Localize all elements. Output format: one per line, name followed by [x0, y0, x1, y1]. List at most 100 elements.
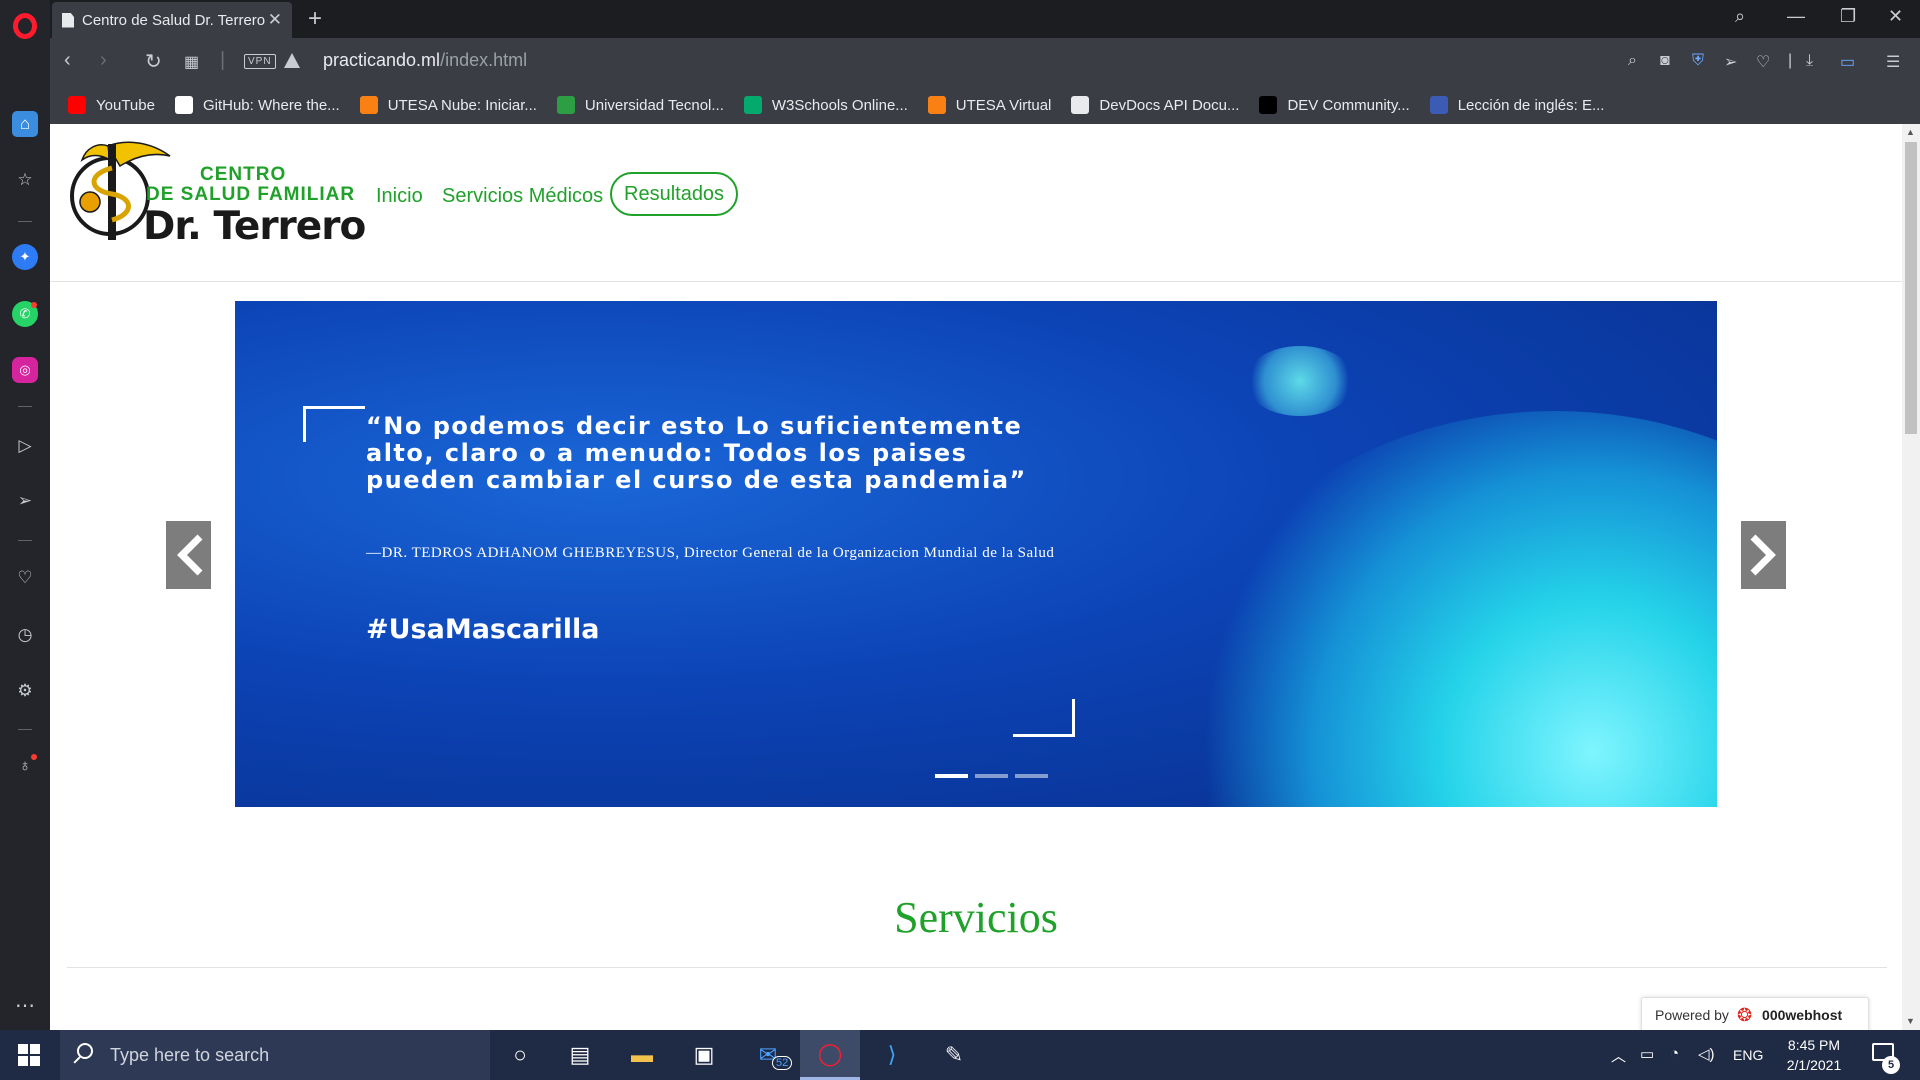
scroll-thumb[interactable]	[1905, 142, 1917, 434]
bookmark-item[interactable]: Lección de inglés: E...	[1429, 96, 1604, 114]
powered-brand: 000webhost	[1762, 1007, 1843, 1023]
logo-line-3: Dr. Terrero	[143, 204, 366, 249]
mail-icon[interactable]: ✉ 52	[738, 1030, 798, 1080]
wifi-icon[interactable]: ◔	[1670, 1045, 1679, 1062]
bookmark-item[interactable]: W3Schools Online...	[743, 96, 908, 114]
taskbar-search[interactable]: Type here to search	[60, 1030, 490, 1080]
url-field[interactable]: practicando.ml/index.html	[323, 50, 527, 71]
history-icon[interactable]: ◷	[12, 622, 38, 648]
warning-icon[interactable]	[284, 53, 300, 68]
bookmark-label: Universidad Tecnol...	[584, 96, 724, 114]
slide-hashtag: #UsaMascarilla	[366, 614, 600, 645]
settings-icon[interactable]: ⚙	[12, 678, 38, 704]
nav-servicios-medicos[interactable]: Servicios Médicos	[442, 185, 603, 208]
bookmark-item[interactable]: DEV Community...	[1259, 96, 1410, 114]
home-icon[interactable]: ⌂	[12, 111, 38, 137]
clock-time: 8:45 PM	[1787, 1037, 1841, 1053]
vpn-badge[interactable]: VPN	[244, 54, 276, 69]
bookmark-item[interactable]: DevDocs API Docu...	[1071, 96, 1239, 114]
clock-date: 2/1/2021	[1786, 1057, 1842, 1073]
star-icon[interactable]: ☆	[12, 167, 38, 193]
forward-icon[interactable]: ›	[100, 49, 107, 72]
scroll-up-icon[interactable]: ▲	[1906, 127, 1915, 137]
bookmark-label: DevDocs API Docu...	[1099, 96, 1240, 114]
cortana-icon[interactable]: ○	[490, 1030, 550, 1080]
bookmark-item[interactable]: YouTube	[68, 96, 155, 114]
carousel-indicator[interactable]	[1015, 774, 1048, 778]
language-indicator[interactable]: ENG	[1733, 1047, 1763, 1063]
hero-carousel[interactable]: “No podemos decir esto Lo suficientement…	[235, 301, 1717, 807]
more-icon[interactable]: ⋯	[12, 992, 38, 1018]
windows-start-icon[interactable]	[18, 1044, 40, 1066]
file-explorer-icon[interactable]: ▬	[612, 1030, 672, 1080]
restore-icon[interactable]: ❐	[1840, 6, 1856, 27]
heart-icon[interactable]: ♡	[12, 565, 38, 591]
player-icon[interactable]: ▷	[12, 433, 38, 459]
volume-icon[interactable]: ◁)	[1698, 1045, 1715, 1063]
battery-saver-icon[interactable]: ▭	[1840, 52, 1855, 72]
messenger-icon[interactable]: ✦	[12, 244, 38, 270]
whatsapp-icon[interactable]: ✆	[12, 301, 38, 327]
tab-strip: Centro de Salud Dr. Terrero ✕ + ⌕ — ❐ ✕	[50, 0, 1920, 38]
web-page: CENTRO DE SALUD FAMILIAR Dr. Terrero Ini…	[50, 124, 1902, 1030]
sidebar-divider	[18, 540, 32, 541]
close-tab-icon[interactable]: ✕	[268, 10, 282, 30]
opera-taskbar-icon[interactable]: ◯	[800, 1030, 860, 1080]
logo-line-2: DE SALUD FAMILIAR	[146, 184, 356, 205]
carousel-prev-button[interactable]	[166, 521, 211, 589]
bookmark-item[interactable]: GitHub: Where the...	[174, 96, 340, 114]
bookmark-label: DEV Community...	[1287, 96, 1410, 114]
dev-icon	[1259, 96, 1278, 114]
sidebar-divider	[18, 729, 32, 730]
opera-logo-icon[interactable]	[13, 13, 37, 39]
site-logo[interactable]: CENTRO DE SALUD FAMILIAR Dr. Terrero	[68, 138, 368, 258]
instagram-icon[interactable]: ◎	[12, 357, 38, 383]
back-icon[interactable]: ‹	[64, 49, 71, 72]
page-scrollbar[interactable]: ▲ ▼	[1902, 124, 1920, 1030]
virus-decoration	[1175, 411, 1717, 807]
hosting-badge[interactable]: Powered by ❂ 000webhost	[1641, 997, 1869, 1030]
send-icon[interactable]: ➢	[12, 488, 38, 514]
carousel-next-button[interactable]	[1741, 521, 1786, 589]
scroll-down-icon[interactable]: ▼	[1906, 1016, 1915, 1026]
vscode-icon[interactable]: ⟩	[862, 1030, 922, 1080]
bookmark-label: UTESA Nube: Iniciar...	[387, 96, 537, 114]
shield-icon[interactable]: ⛨	[1692, 52, 1704, 70]
bookmark-item[interactable]: UTESA Virtual	[927, 96, 1051, 114]
nav-inicio[interactable]: Inicio	[376, 185, 423, 208]
url-host: practicando.ml	[323, 50, 441, 70]
send-to-flow-icon[interactable]: ➢	[1724, 52, 1737, 72]
download-icon[interactable]: ⤓	[1806, 52, 1813, 70]
microsoft-store-icon[interactable]: ▣	[674, 1030, 734, 1080]
mail-badge: 52	[772, 1056, 793, 1070]
youtube-icon	[68, 96, 86, 114]
easy-setup-icon[interactable]: ☰	[1886, 52, 1900, 72]
carousel-indicators	[935, 774, 1048, 778]
close-window-icon[interactable]: ✕	[1888, 6, 1903, 27]
search-tabs-icon[interactable]: ⌕	[1735, 6, 1745, 27]
carousel-indicator[interactable]	[935, 774, 968, 778]
notification-count: 5	[1882, 1056, 1900, 1074]
task-view-icon[interactable]: ▤	[550, 1030, 610, 1080]
nav-resultados[interactable]: Resultados	[610, 172, 739, 216]
lightbulb-icon[interactable]: ♁	[12, 753, 38, 779]
bookmark-item[interactable]: UTESA Nube: Iniciar...	[359, 96, 537, 114]
bookmark-item[interactable]: Universidad Tecnol...	[556, 96, 724, 114]
opera-sidebar: ⌂ ☆ ✦ ✆ ◎ ▷ ➢ ♡ ◷ ⚙ ♁ ⋯	[0, 0, 50, 1030]
reload-icon[interactable]: ↻	[145, 49, 162, 74]
new-tab-icon[interactable]: +	[308, 4, 322, 34]
speed-dial-icon[interactable]: ▦	[184, 52, 199, 72]
paint-icon[interactable]: ✎	[924, 1030, 984, 1080]
tray-overflow-icon[interactable]: ︿	[1611, 1045, 1626, 1066]
snapshot-icon[interactable]: ◙	[1660, 52, 1670, 70]
battery-icon[interactable]: ▭	[1640, 1045, 1654, 1063]
carousel-indicator[interactable]	[975, 774, 1008, 778]
bookmark-label: W3Schools Online...	[771, 96, 908, 114]
find-icon[interactable]: ⌕	[1628, 52, 1637, 70]
tab-active[interactable]: Centro de Salud Dr. Terrero ✕	[52, 2, 292, 38]
bookmark-heart-icon[interactable]: ♡	[1756, 52, 1770, 72]
moodle-icon	[927, 96, 946, 114]
minimize-icon[interactable]: —	[1787, 6, 1805, 27]
quote-bracket-top	[303, 406, 365, 442]
taskbar-clock[interactable]: 8:45 PM 2/1/2021	[1772, 1035, 1856, 1075]
